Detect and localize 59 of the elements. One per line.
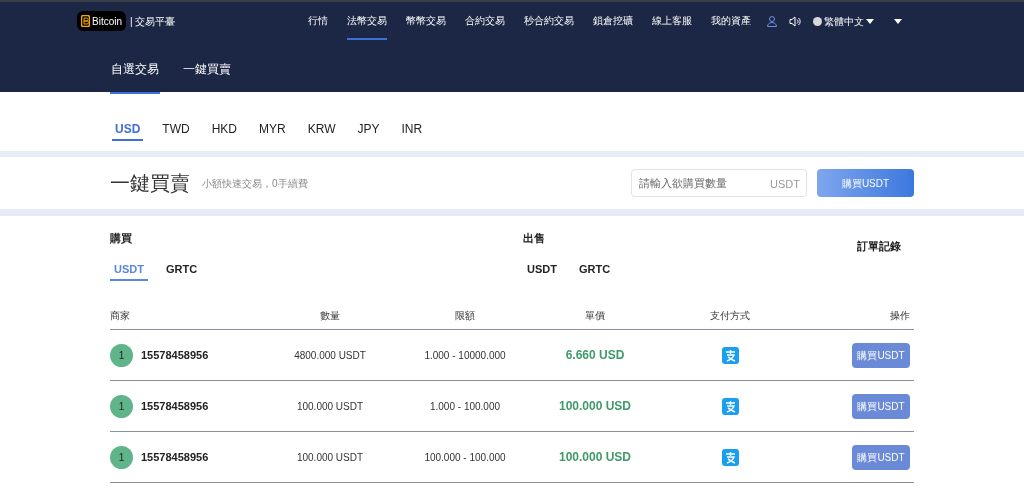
sub-tab[interactable]: 自選交易 [110,60,160,94]
currency-tab[interactable]: TWD [159,120,193,141]
nav-link[interactable]: 幣幣交易 [406,2,447,40]
currency-tab[interactable]: JPY [354,120,383,141]
price-cell-text: 100.000 USD [557,449,632,466]
nav-link[interactable]: 秒合約交易 [524,2,575,40]
limit-cell-text: 1.000 - 10000.000 [423,348,507,363]
currency-tab[interactable]: INR [398,120,426,141]
speaker-icon[interactable] [789,15,802,27]
side-title: 購買 [110,231,133,246]
column-header: 限額 [454,309,476,323]
platform-name: | 交易平臺 [130,14,176,29]
section-subtitle: 小額快速交易，0手續費 [202,176,308,191]
column-header: 操作 [889,309,910,323]
quantity-cell-text: 100.000 USDT [295,450,365,465]
nav-link[interactable]: 行情 [308,2,329,40]
nav-link[interactable]: 我的資產 [711,2,752,40]
quantity-cell-text: 4800.000 USDT [293,348,367,363]
currency-tab[interactable]: USD [112,120,144,141]
unit-label: USDT [770,177,800,192]
coin-tab[interactable]: GRTC [161,260,202,281]
sub-tab[interactable]: 一鍵買賣 [182,60,232,94]
merchant-avatar: 1 [110,394,133,418]
merchant-name: 15578458956 [141,449,209,465]
user-icon[interactable] [767,15,778,27]
order-history-link[interactable]: 訂單記錄 [857,238,901,255]
merchant-avatar: 1 [110,445,133,469]
logo[interactable]: Bitcoin [77,11,126,31]
section-title: 一鍵買賣 [110,171,190,196]
language-selector[interactable]: 繁體中文 [813,13,875,29]
merchant-avatar: 1 [110,343,133,367]
nav-link[interactable]: 線上客服 [652,2,693,40]
quantity-cell-text: 100.000 USDT [295,399,365,414]
coin-icon [81,15,90,27]
nav-link[interactable]: 鎖倉挖礦 [593,2,634,40]
column-header: 數量 [319,309,341,323]
column-header: 單價 [584,309,606,323]
payment-icon [721,397,739,415]
merchant-name: 15578458956 [141,398,209,414]
coin-tab[interactable]: GRTC [574,260,615,281]
coin-tab[interactable]: USDT [110,260,148,281]
side-title: 出售 [523,231,546,246]
caret-icon[interactable] [894,18,903,24]
coin-tab[interactable]: USDT [523,260,561,281]
price-cell-text: 100.000 USD [557,398,632,415]
payment-icon [721,448,739,466]
currency-tab[interactable]: MYR [256,120,289,141]
currency-tab[interactable]: KRW [304,120,339,141]
price-cell-text: 6.660 USD [564,347,626,364]
column-header: 商家 [110,309,131,323]
limit-cell-text: 1.000 - 100.000 [428,399,502,414]
caret-icon [866,18,875,24]
nav-link[interactable]: 法幣交易 [347,2,388,40]
currency-tab[interactable]: HKD [208,120,240,141]
nav-link[interactable]: 合約交易 [465,2,506,40]
limit-cell-text: 100.000 - 100.000 [423,450,507,465]
payment-icon [721,346,739,364]
column-header: 支付方式 [709,309,751,323]
merchant-name: 15578458956 [141,347,209,363]
